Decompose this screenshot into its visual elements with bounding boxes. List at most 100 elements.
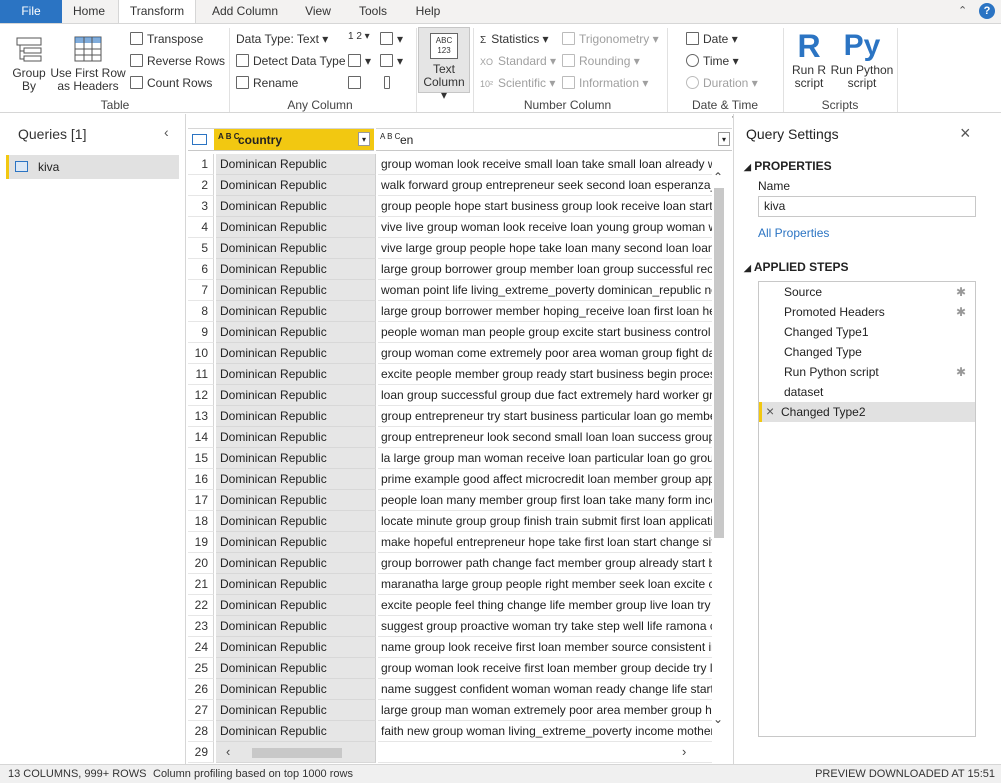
applied-steps-section[interactable]: ◢ APPLIED STEPS	[744, 260, 849, 274]
table-row[interactable]: 12 Dominican Republic loan group successfu…	[188, 385, 712, 406]
cell-en[interactable]: prime example good affect microcredit lo…	[378, 469, 712, 490]
rename-button[interactable]: Rename	[236, 75, 298, 91]
count-rows-button[interactable]: Count Rows	[130, 75, 212, 91]
column-header-en[interactable]: A B C en ▾	[376, 128, 732, 151]
information-dropdown[interactable]: Information ▾	[562, 75, 648, 91]
cell-country[interactable]: Dominican Republic	[216, 553, 376, 574]
scroll-right-icon[interactable]: ›	[682, 744, 686, 759]
collapse-queries-icon[interactable]: ‹	[164, 124, 169, 140]
statistics-dropdown[interactable]: Σ Statistics ▾	[480, 31, 549, 49]
cell-country[interactable]: Dominican Republic	[216, 406, 376, 427]
gear-icon[interactable]: ✱	[956, 286, 967, 298]
cell-country[interactable]: Dominican Republic	[216, 238, 376, 259]
table-row[interactable]: 17 Dominican Republic people loan many mem…	[188, 490, 712, 511]
cell-country[interactable]: Dominican Republic	[216, 364, 376, 385]
query-item-kiva[interactable]: kiva	[6, 155, 179, 179]
tab-view[interactable]: View	[296, 0, 340, 23]
table-row[interactable]: 24 Dominican Republic name group look rece…	[188, 637, 712, 658]
cell-en[interactable]: faith new group woman living_extreme_pov…	[378, 721, 712, 742]
tab-file[interactable]: File	[0, 0, 62, 23]
unpivot-button[interactable]: ▾	[380, 53, 403, 69]
rounding-dropdown[interactable]: Rounding ▾	[562, 53, 640, 69]
table-row[interactable]: 27 Dominican Republic large group man woma…	[188, 700, 712, 721]
table-row[interactable]: 5 Dominican Republic vive large group peop…	[188, 238, 712, 259]
table-row[interactable]: 6 Dominican Republic large group borrower …	[188, 259, 712, 280]
cell-en[interactable]: large group borrower member hoping_recei…	[378, 301, 712, 322]
table-row[interactable]: 20 Dominican Republic group borrower path …	[188, 553, 712, 574]
cell-country[interactable]: Dominican Republic	[216, 322, 376, 343]
cell-country[interactable]: Dominican Republic	[216, 427, 376, 448]
table-row[interactable]: 1 Dominican Republic group woman look rece…	[188, 154, 712, 175]
cell-en[interactable]: la large group man woman receive loan pa…	[378, 448, 712, 469]
cell-country[interactable]: Dominican Republic	[216, 637, 376, 658]
vertical-scrollbar[interactable]: ⌃ ⌄	[712, 170, 726, 730]
table-row[interactable]: 15 Dominican Republic la large group man w…	[188, 448, 712, 469]
cell-country[interactable]: Dominican Republic	[216, 700, 376, 721]
cell-en[interactable]: woman point life living_extreme_poverty …	[378, 280, 712, 301]
table-row[interactable]: 2 Dominican Republic walk forward group en…	[188, 175, 712, 196]
collapse-ribbon-icon[interactable]: ⌃	[958, 4, 967, 17]
detect-data-type-button[interactable]: Detect Data Type	[236, 53, 346, 69]
table-row[interactable]: 14 Dominican Republic group entrepreneur l…	[188, 427, 712, 448]
cell-en[interactable]: group borrower path change fact member g…	[378, 553, 712, 574]
cell-en[interactable]: group woman look receive small loan take…	[378, 154, 712, 175]
cell-country[interactable]: Dominican Republic	[216, 658, 376, 679]
convert-to-list-button[interactable]	[384, 75, 394, 91]
cell-en[interactable]: large group borrower group member loan g…	[378, 259, 712, 280]
help-icon[interactable]: ?	[979, 3, 995, 19]
table-row[interactable]: 16 Dominican Republic prime example good a…	[188, 469, 712, 490]
step-changed-type[interactable]: Changed Type	[784, 342, 862, 362]
table-row[interactable]: 8 Dominican Republic large group borrower …	[188, 301, 712, 322]
cell-country[interactable]: Dominican Republic	[216, 196, 376, 217]
table-row[interactable]: 10 Dominican Republic group woman come ext…	[188, 343, 712, 364]
table-row[interactable]: 13 Dominican Republic group entrepreneur t…	[188, 406, 712, 427]
tab-help[interactable]: Help	[406, 0, 450, 23]
cell-country[interactable]: Dominican Republic	[216, 259, 376, 280]
table-row[interactable]: 19 Dominican Republic make hopeful entrepr…	[188, 532, 712, 553]
cell-country[interactable]: Dominican Republic	[216, 532, 376, 553]
step-promoted-headers[interactable]: Promoted Headers	[784, 302, 885, 322]
cell-en[interactable]: people woman man people group excite sta…	[378, 322, 712, 343]
all-properties-link[interactable]: All Properties	[758, 226, 829, 240]
status-profiling[interactable]: Column profiling based on top 1000 rows	[153, 765, 353, 784]
table-row[interactable]: 18 Dominican Republic locate minute group …	[188, 511, 712, 532]
filter-dropdown-icon[interactable]: ▾	[358, 132, 370, 146]
tab-transform[interactable]: Transform	[118, 0, 196, 24]
run-r-script-button[interactable]: R Run R script	[788, 28, 830, 90]
cell-en[interactable]: excite people member group ready start b…	[378, 364, 712, 385]
date-dropdown[interactable]: Date ▾	[686, 31, 738, 47]
cell-country[interactable]: Dominican Republic	[216, 175, 376, 196]
standard-dropdown[interactable]: XO Standard ▾	[480, 53, 556, 70]
step-source[interactable]: Source	[784, 282, 822, 302]
duration-dropdown[interactable]: Duration ▾	[686, 75, 758, 91]
cell-en[interactable]: loan group successful group due fact ext…	[378, 385, 712, 406]
table-row[interactable]: 25 Dominican Republic group woman look rec…	[188, 658, 712, 679]
gear-icon[interactable]: ✱	[956, 366, 967, 378]
vertical-scroll-thumb[interactable]	[714, 188, 724, 538]
run-python-script-button[interactable]: Py Run Python script	[830, 28, 894, 90]
time-dropdown[interactable]: Time ▾	[686, 53, 739, 69]
replace-values-button[interactable]: 1 2 ▾	[348, 29, 370, 45]
cell-en[interactable]: name group look receive first loan membe…	[378, 637, 712, 658]
reverse-rows-button[interactable]: Reverse Rows	[130, 53, 225, 69]
cell-country[interactable]: Dominican Republic	[216, 448, 376, 469]
trigonometry-dropdown[interactable]: Trigonometry ▾	[562, 31, 659, 47]
cell-en[interactable]: group woman look receive first loan memb…	[378, 658, 712, 679]
step-changed-type1[interactable]: Changed Type1	[784, 322, 869, 342]
step-dataset[interactable]: dataset	[784, 382, 823, 402]
cell-en[interactable]: walk forward group entrepreneur seek sec…	[378, 175, 712, 196]
cell-en[interactable]: maranatha large group people right membe…	[378, 574, 712, 595]
cell-en[interactable]: locate minute group group finish train s…	[378, 511, 712, 532]
table-row[interactable]: 22 Dominican Republic excite people feel t…	[188, 595, 712, 616]
table-row[interactable]: 4 Dominican Republic vive live group woman…	[188, 217, 712, 238]
step-changed-type2[interactable]: × Changed Type2	[759, 402, 975, 422]
table-row[interactable]: 23 Dominican Republic suggest group proact…	[188, 616, 712, 637]
cell-en[interactable]: excite people feel thing change life mem…	[378, 595, 712, 616]
cell-country[interactable]: Dominican Republic	[216, 385, 376, 406]
pivot-column-button[interactable]	[348, 75, 365, 91]
cell-en[interactable]: vive large group people hope take loan m…	[378, 238, 712, 259]
cell-country[interactable]: Dominican Republic	[216, 280, 376, 301]
tab-home[interactable]: Home	[62, 0, 116, 23]
cell-en[interactable]: group woman come extremely poor area wom…	[378, 343, 712, 364]
fill-button[interactable]: ▾	[348, 53, 371, 69]
